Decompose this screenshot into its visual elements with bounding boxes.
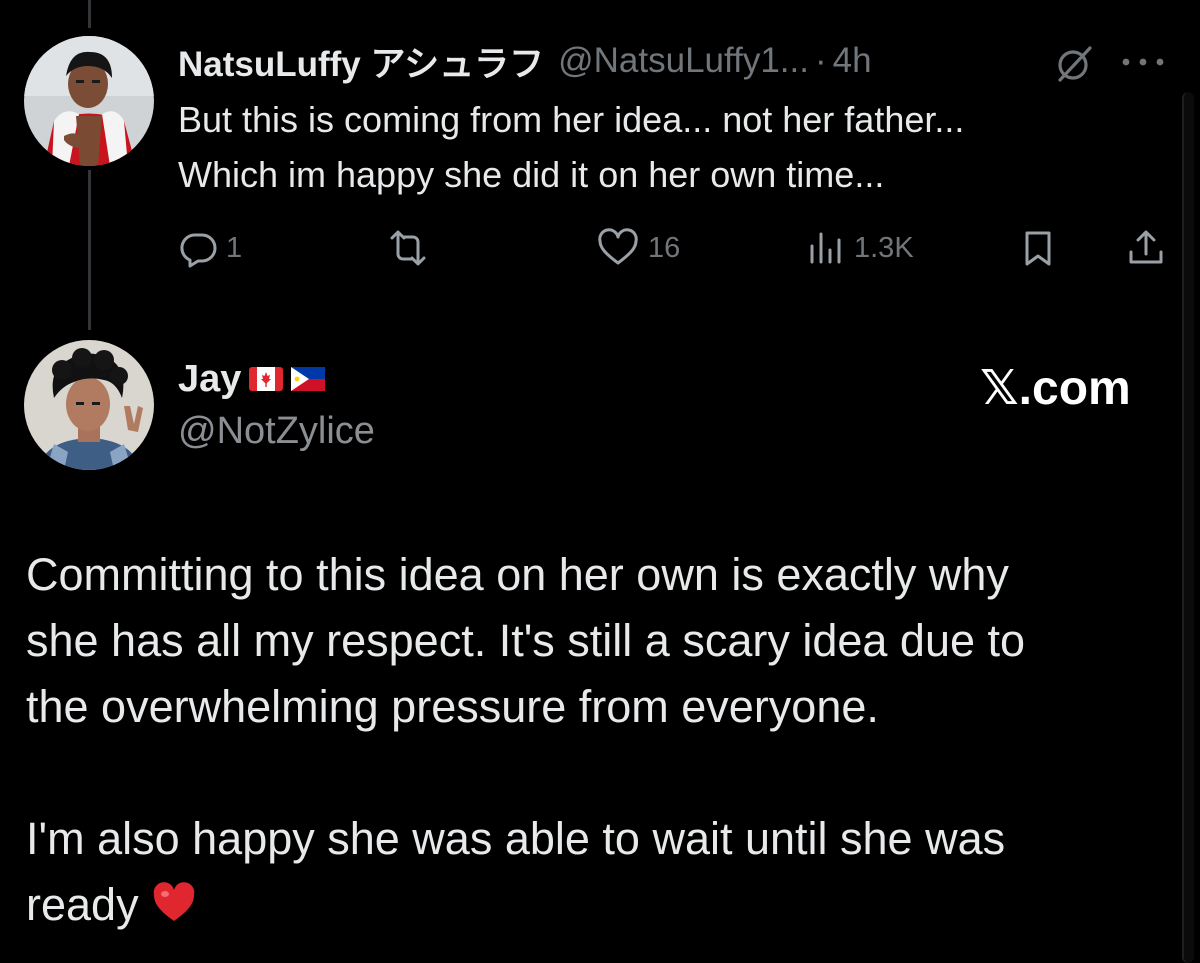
grok-icon[interactable] <box>1054 42 1096 84</box>
views-icon <box>810 232 841 264</box>
reply-text-line: But this is coming from her idea... not … <box>178 99 965 140</box>
philippines-flag-icon <box>291 367 326 391</box>
jay-avatar[interactable] <box>24 340 154 470</box>
view-count: 1.3K <box>854 231 914 264</box>
main-text-line: I'm also happy she was able to wait unti… <box>26 813 1006 864</box>
more-icon[interactable] <box>1118 54 1168 70</box>
share-icon <box>1129 230 1163 264</box>
retweet-button[interactable] <box>384 220 440 276</box>
retweet-icon <box>390 230 426 266</box>
main-text-line: the overwhelming pressure from everyone. <box>26 681 879 732</box>
natsuluffy-avatar[interactable] <box>24 36 154 166</box>
reply-icon <box>180 233 217 268</box>
scrollbar[interactable] <box>1182 92 1194 963</box>
reply-count: 1 <box>226 231 243 264</box>
reply-text-line: Which im happy she did it on her own tim… <box>178 154 885 195</box>
thread-line-top <box>88 0 91 28</box>
reply-timestamp[interactable]: 4h <box>833 41 872 81</box>
reply-author-name[interactable]: NatsuLuffy アシュラフ <box>178 36 544 87</box>
main-text-line: she has all my respect. It's still a sca… <box>26 615 1026 666</box>
main-text-line: Committing to this idea on her own is ex… <box>26 549 1009 600</box>
header-separator: · <box>814 41 827 80</box>
like-button[interactable]: 16 <box>596 220 680 276</box>
main-text-line: ready <box>26 879 139 930</box>
bookmark-button[interactable] <box>1018 220 1058 276</box>
reply-author-handle[interactable]: @NatsuLuffy1... <box>558 41 809 81</box>
main-author-row: Jay <box>178 354 326 404</box>
x-com-watermark: 𝕏.com <box>980 362 1131 415</box>
main-author-handle[interactable]: @NotZylice <box>178 410 375 453</box>
red-heart-emoji-icon <box>151 880 197 926</box>
reply-action-bar: 1 16 1.3K <box>0 220 1200 276</box>
reply-tweet-header: NatsuLuffy アシュラフ @NatsuLuffy1... · 4h <box>178 38 872 84</box>
canada-flag-icon <box>249 367 284 391</box>
reply-tweet-text: But this is coming from her idea... not … <box>178 92 1168 202</box>
main-tweet-text: Committing to this idea on her own is ex… <box>26 542 1176 938</box>
main-author-name[interactable]: Jay <box>178 358 241 401</box>
main-text-last-line: ready <box>26 872 1176 938</box>
like-count: 16 <box>648 231 681 264</box>
reply-button[interactable]: 1 <box>178 220 242 276</box>
views-button[interactable]: 1.3K <box>806 220 914 276</box>
like-icon <box>598 228 638 265</box>
bookmark-icon <box>1025 231 1051 266</box>
share-button[interactable] <box>1126 220 1166 276</box>
